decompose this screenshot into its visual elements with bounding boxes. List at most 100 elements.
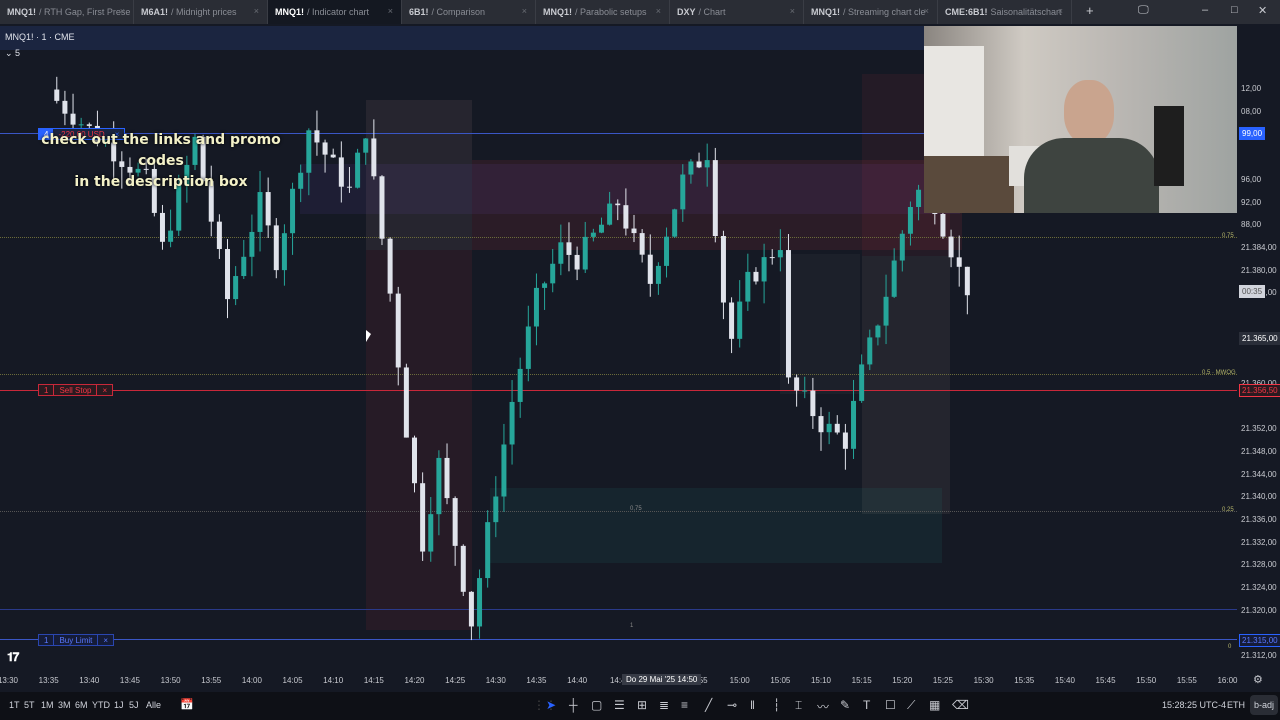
settings-icon[interactable]: ⚙	[1253, 673, 1263, 686]
range-button-5t[interactable]: 5T	[24, 700, 35, 710]
tab-close-button[interactable]: ×	[1058, 6, 1063, 16]
time-axis[interactable]: 13:30 13:35 13:40 13:45 13:50 13:55 14:00 14:05…	[0, 670, 1280, 692]
range-button-5j[interactable]: 5J	[129, 700, 139, 710]
time-label: 14:05	[282, 676, 303, 685]
range-button-1m[interactable]: 1M	[41, 700, 54, 710]
fib-retracement-icon[interactable]: ☰	[614, 698, 625, 712]
candle-up	[525, 326, 531, 369]
text-icon[interactable]: T	[863, 698, 870, 712]
last-price-tag: 21.365,00	[1239, 332, 1280, 345]
sell-stop-label: Sell Stop	[53, 385, 98, 395]
tab-title: / Indicator chart	[307, 7, 370, 17]
eraser-icon[interactable]: ⌫	[952, 698, 969, 712]
brush-icon[interactable]: ✎	[840, 698, 850, 712]
tab-4[interactable]: MNQ1! / Parabolic setups ×	[536, 0, 670, 24]
sell-stop-tag[interactable]: 1 Sell Stop ×	[38, 384, 114, 396]
time-label: 15:20	[892, 676, 913, 685]
tradingview-logo[interactable]: 𝟏𝟕	[7, 650, 19, 665]
tab-3[interactable]: 6B1! / Comparison ×	[402, 0, 536, 24]
price-label: 21.324,00	[1241, 583, 1277, 593]
new-tab-button[interactable]: +	[1086, 3, 1094, 18]
tab-close-button[interactable]: ×	[522, 6, 527, 16]
path-icon[interactable]: 〰	[817, 698, 829, 715]
range-button-alle[interactable]: Alle	[146, 700, 161, 710]
cancel-sell-stop-button[interactable]: ×	[97, 385, 112, 395]
monitor-icon[interactable]: 🖵	[1138, 4, 1149, 17]
tab-close-button[interactable]: ×	[924, 6, 929, 16]
vertical-line-icon[interactable]: ┆	[773, 698, 780, 712]
tab-7[interactable]: CME:6B1! Saisonalitätschart ×	[938, 0, 1072, 24]
cursor-tool-icon[interactable]: ➤	[546, 698, 556, 712]
candle-down	[379, 176, 385, 239]
candle-down	[948, 236, 954, 258]
candle-up	[802, 390, 808, 392]
time-label: 15:25	[932, 676, 953, 685]
tab-0[interactable]: MNQ1! / RTH Gap, First Prese ×	[0, 0, 134, 24]
indicator-toggle[interactable]: ⌄ 5	[5, 48, 20, 59]
tab-title: / Streaming chart cle	[843, 7, 926, 17]
tab-symbol: MNQ1!	[275, 7, 304, 17]
tab-close-button[interactable]: ×	[388, 6, 393, 16]
close-window-button[interactable]: ✕	[1258, 4, 1267, 17]
rectangle-icon[interactable]: ▢	[591, 698, 602, 712]
adjustment-button[interactable]: b-adj	[1250, 695, 1279, 715]
price-axis[interactable]: 12,0008,0004,0096,0092,0088,0021.384,002…	[1237, 24, 1280, 670]
tab-close-button[interactable]: ×	[120, 6, 125, 16]
pattern-icon[interactable]: ▦	[929, 698, 940, 712]
tab-6[interactable]: MNQ1! / Streaming chart cle ×	[804, 0, 938, 24]
candle-down	[574, 254, 580, 270]
tab-1[interactable]: M6A1! / Midnight prices ×	[134, 0, 268, 24]
candle-down	[785, 250, 791, 378]
price-label: 21.380,00	[1241, 265, 1277, 275]
candle-up	[281, 233, 287, 271]
fib-label-0: 0	[1228, 644, 1232, 650]
monitor	[1154, 106, 1184, 186]
tab-close-button[interactable]: ×	[254, 6, 259, 16]
range-button-3m[interactable]: 3M	[58, 700, 71, 710]
ruler-icon[interactable]: ⟋	[907, 698, 915, 713]
range-button-1t[interactable]: 1T	[9, 700, 20, 710]
parallel-channel-icon[interactable]: ‖	[750, 698, 755, 712]
session-button[interactable]: ETH	[1227, 700, 1245, 710]
grid-icon[interactable]: ⊞	[637, 698, 647, 712]
price-range-icon[interactable]: ⌶	[795, 698, 802, 713]
minimize-button[interactable]: –	[1202, 4, 1208, 16]
tab-close-button[interactable]: ×	[790, 6, 795, 16]
range-button-1j[interactable]: 1J	[114, 700, 124, 710]
trendline-icon[interactable]: ╱	[705, 698, 712, 712]
candle-up	[290, 188, 296, 234]
candle-up	[737, 301, 743, 339]
tab-symbol: 6B1!	[409, 7, 429, 17]
candle-down	[631, 228, 637, 234]
tab-5[interactable]: DXY / Chart ×	[670, 0, 804, 24]
buy-limit-tag[interactable]: 1 Buy Limit ×	[38, 634, 115, 646]
crosshair-icon[interactable]: ┼	[569, 698, 578, 712]
long-position-icon[interactable]: ≣	[659, 698, 669, 712]
tab-title: / Midnight prices	[171, 7, 237, 17]
tab-close-button[interactable]: ×	[656, 6, 661, 16]
furniture	[924, 156, 1014, 213]
horizontal-ray-icon[interactable]: ⊸	[727, 698, 737, 712]
chart-canvas[interactable]: 0,75 0,5 · MWOG 0,25 0 0,75 1 MNQ1! · 1 …	[0, 24, 1237, 670]
webcam-overlay	[924, 26, 1237, 213]
fib-label-075: 0,75	[1222, 233, 1234, 239]
maximize-button[interactable]: □	[1231, 4, 1238, 16]
candle-down	[753, 271, 759, 282]
cancel-buy-limit-button[interactable]: ×	[98, 635, 113, 645]
candle-down	[729, 302, 735, 339]
range-button-ytd[interactable]: YTD	[92, 700, 110, 710]
calendar-goto-icon[interactable]: 📅	[180, 698, 194, 711]
clock[interactable]: 15:28:25 UTC-4	[1162, 700, 1226, 710]
candle-down	[403, 367, 409, 438]
callout-icon[interactable]: ☐	[885, 698, 896, 712]
range-button-6m[interactable]: 6M	[75, 700, 88, 710]
candle-down	[720, 236, 726, 303]
short-position-icon[interactable]: ≡	[681, 698, 688, 712]
head	[1064, 80, 1114, 144]
candle-up	[883, 296, 889, 326]
candle-up	[590, 232, 596, 237]
symbol-info[interactable]: MNQ1! · 1 · CME	[5, 32, 75, 42]
candle-down	[956, 257, 962, 267]
tab-2[interactable]: MNQ1! / Indicator chart ×	[268, 0, 402, 24]
candle-down	[86, 124, 92, 126]
